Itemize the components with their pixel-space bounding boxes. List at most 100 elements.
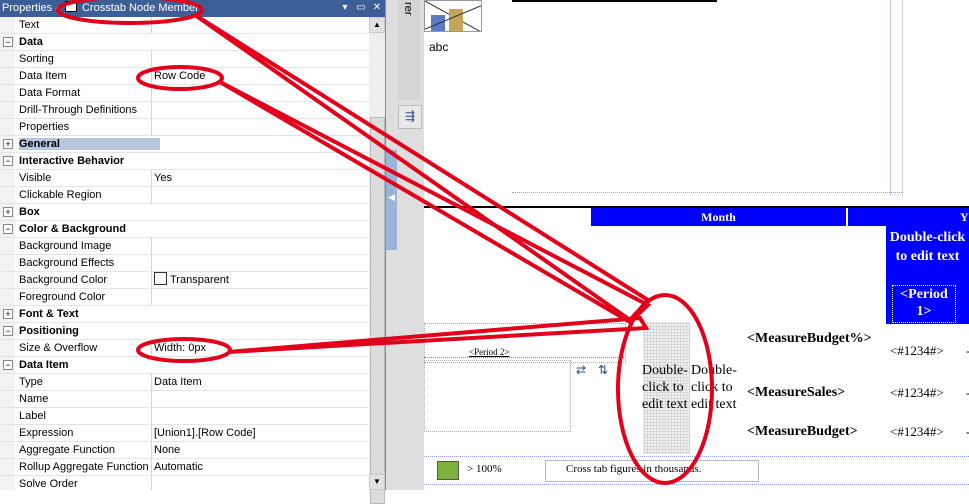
property-row[interactable]: Solve Order bbox=[0, 476, 369, 490]
crosstab-intersection-icon[interactable]: ⇄ bbox=[576, 363, 592, 379]
property-row[interactable]: Data Format bbox=[0, 85, 369, 102]
property-value[interactable]: Transparent bbox=[151, 272, 369, 288]
expand-icon[interactable]: + bbox=[3, 139, 13, 149]
property-value[interactable] bbox=[151, 408, 369, 424]
period2-divider bbox=[424, 357, 624, 358]
property-row[interactable]: Drill-Through Definitions bbox=[0, 102, 369, 119]
property-grid-scrollbar[interactable]: ▲ ▼ bbox=[369, 17, 385, 504]
category-label: Interactive Behavior bbox=[19, 155, 125, 167]
property-name: Visible bbox=[19, 172, 52, 184]
property-value[interactable] bbox=[151, 289, 369, 305]
tab-label: rer bbox=[402, 2, 414, 16]
measure-value[interactable]: <#1234#> bbox=[890, 385, 944, 401]
collapse-icon[interactable]: − bbox=[3, 360, 13, 370]
property-value[interactable] bbox=[151, 17, 369, 33]
property-value[interactable]: [Union1].[Row Code] bbox=[151, 425, 369, 441]
period2-member[interactable]: <Period 2> bbox=[469, 347, 509, 357]
property-value[interactable]: Width: 0px bbox=[151, 340, 369, 356]
property-value[interactable] bbox=[151, 255, 369, 271]
property-row[interactable]: Rollup Aggregate Function Automatic bbox=[0, 459, 369, 476]
scroll-up-icon[interactable]: ▲ bbox=[369, 17, 385, 33]
property-value[interactable] bbox=[151, 51, 369, 67]
property-row[interactable]: Properties bbox=[0, 119, 369, 136]
crosstab-tool-icon[interactable]: ⇶ bbox=[398, 105, 422, 129]
collapse-icon[interactable]: − bbox=[3, 156, 13, 166]
collapse-icon[interactable]: − bbox=[3, 224, 13, 234]
row-text-item-b[interactable]: Double-click to edit text bbox=[691, 362, 751, 413]
row-gutter bbox=[0, 425, 15, 441]
row-gutter bbox=[0, 289, 15, 305]
close-icon[interactable]: ✕ bbox=[372, 3, 382, 13]
property-category[interactable]: + Box bbox=[0, 204, 369, 221]
property-category[interactable]: + Font & Text bbox=[0, 306, 369, 323]
property-row[interactable]: Background Effects bbox=[0, 255, 369, 272]
property-value[interactable]: Data Item bbox=[151, 374, 369, 390]
row-gutter bbox=[0, 272, 15, 288]
property-category[interactable]: − Color & Background bbox=[0, 221, 369, 238]
block-border bbox=[512, 192, 902, 193]
collapse-icon[interactable]: − bbox=[3, 37, 13, 47]
property-row[interactable]: Background Image bbox=[0, 238, 369, 255]
property-value[interactable] bbox=[151, 102, 369, 118]
property-row[interactable]: Name bbox=[0, 391, 369, 408]
block-border bbox=[902, 0, 903, 195]
property-category[interactable]: − Interactive Behavior bbox=[0, 153, 369, 170]
property-value[interactable] bbox=[151, 238, 369, 254]
scroll-down-icon[interactable]: ▼ bbox=[369, 474, 385, 490]
property-value[interactable] bbox=[151, 391, 369, 407]
property-value[interactable] bbox=[151, 85, 369, 101]
property-value[interactable]: Row Code bbox=[151, 68, 369, 84]
period1-member[interactable]: <Period 1> bbox=[892, 285, 956, 323]
scrollbar-thumb[interactable] bbox=[370, 117, 385, 504]
property-value[interactable]: Automatic bbox=[151, 459, 369, 475]
property-value[interactable] bbox=[151, 476, 369, 490]
property-category[interactable]: − Positioning bbox=[0, 323, 369, 340]
insertable-objects-tab[interactable]: rer bbox=[398, 0, 420, 100]
property-row[interactable]: Foreground Color bbox=[0, 289, 369, 306]
month-column-header[interactable]: Month bbox=[591, 208, 846, 226]
property-name: Data Item bbox=[19, 70, 67, 82]
crosstab-member-icon[interactable]: ⇅ bbox=[598, 363, 614, 379]
property-row[interactable]: Clickable Region bbox=[0, 187, 369, 204]
measure-value[interactable]: <#1234#> bbox=[890, 343, 944, 359]
row-gutter bbox=[0, 374, 15, 390]
property-name: Type bbox=[19, 376, 43, 388]
pin-dropdown-icon[interactable]: ▾ bbox=[340, 3, 350, 13]
row-gutter bbox=[0, 170, 15, 186]
footer-border bbox=[424, 456, 969, 457]
measure-label[interactable]: <MeasureBudget%> bbox=[747, 331, 872, 347]
measure-label[interactable]: <MeasureSales> bbox=[747, 385, 845, 401]
properties-title: Properties - bbox=[2, 2, 59, 14]
expand-icon[interactable]: + bbox=[3, 207, 13, 217]
property-category[interactable]: + General bbox=[0, 136, 369, 153]
property-row[interactable]: Aggregate Function None bbox=[0, 442, 369, 459]
year-column-header[interactable]: Y bbox=[848, 208, 969, 226]
property-row[interactable]: Expression [Union1].[Row Code] bbox=[0, 425, 369, 442]
property-value[interactable]: None bbox=[151, 442, 369, 458]
property-row[interactable]: Type Data Item bbox=[0, 374, 369, 391]
collapse-arrow-icon[interactable]: ◀ bbox=[388, 192, 395, 203]
property-row[interactable]: Label bbox=[0, 408, 369, 425]
category-label: Data Item bbox=[19, 359, 69, 371]
property-row[interactable]: Sorting bbox=[0, 51, 369, 68]
panel-splitter[interactable]: ◀ bbox=[386, 150, 397, 250]
property-category[interactable]: − Data Item bbox=[0, 357, 369, 374]
property-name: Name bbox=[19, 393, 49, 405]
chart-thumbnail-image[interactable] bbox=[424, 0, 482, 32]
property-row[interactable]: Data Item Row Code bbox=[0, 68, 369, 85]
property-value[interactable] bbox=[151, 187, 369, 203]
crosstab-node-icon bbox=[64, 1, 77, 12]
property-row[interactable]: Size & Overflow Width: 0px bbox=[0, 340, 369, 357]
property-row[interactable]: Background Color Transparent bbox=[0, 272, 369, 289]
property-name: Text bbox=[19, 19, 40, 31]
property-value[interactable]: Yes bbox=[151, 170, 369, 186]
property-row[interactable]: Visible Yes bbox=[0, 170, 369, 187]
measure-value[interactable]: <#1234#> bbox=[890, 424, 944, 440]
property-category[interactable]: − Data bbox=[0, 34, 369, 51]
expand-icon[interactable]: + bbox=[3, 309, 13, 319]
property-value[interactable] bbox=[151, 119, 369, 135]
measure-label[interactable]: <MeasureBudget> bbox=[747, 424, 858, 440]
property-row[interactable]: Text bbox=[0, 17, 369, 34]
minimize-icon[interactable]: ▭ bbox=[356, 3, 366, 13]
collapse-icon[interactable]: − bbox=[3, 326, 13, 336]
